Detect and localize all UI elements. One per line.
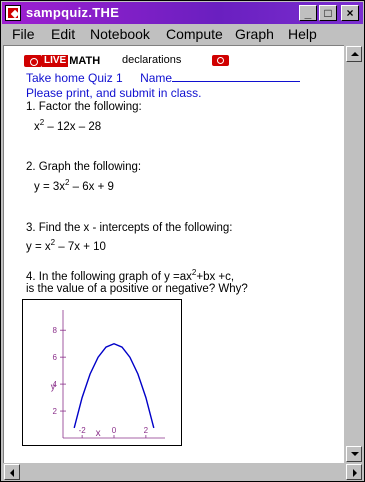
x-axis-label: x [96,428,101,439]
app-icon[interactable] [5,5,21,21]
declarations-button[interactable]: declarations [122,54,181,66]
menu-compute[interactable]: Compute [166,26,223,42]
horizontal-scrollbar[interactable] [3,464,363,481]
menu-edit[interactable]: Edit [51,26,75,42]
scroll-up-button[interactable] [346,46,362,62]
menu-notebook[interactable]: Notebook [90,26,150,42]
scroll-left-button[interactable] [4,464,20,480]
notebook-page[interactable]: LIVE MATH declarations Take home Quiz 1 … [3,45,344,463]
question-1-expression: x2 – 12x – 28 [34,118,102,133]
x-tick-label: 2 [144,426,149,435]
arrow-down-icon [351,452,359,456]
maximize-button[interactable]: □ [319,5,337,21]
graph-canvas: 8642-2 0 2 y x [51,310,165,439]
y-tick-label: 2 [53,407,58,416]
quiz-title: Take home Quiz 1 [26,71,123,85]
livemath-badge-icon [24,55,42,67]
menu-file[interactable]: File [12,26,35,42]
menu-help[interactable]: Help [288,26,317,42]
question-4: 4. In the following graph of y =ax2+bx +… [26,268,235,283]
arrow-left-icon [10,469,14,477]
parabola-graph[interactable]: 8 6 4 2 -2 0 2 y x [22,299,182,446]
graph-ticks: 8642-2 0 2 [53,326,149,438]
app-window: sampquiz.THE _ □ × File Edit Notebook Co… [0,0,365,482]
vertical-scrollbar[interactable] [345,45,363,463]
close-button[interactable]: × [341,5,359,21]
name-label: Name [140,71,173,85]
y-tick-label: 8 [53,326,58,335]
minimize-button[interactable]: _ [299,5,317,21]
menu-bar: File Edit Notebook Compute Graph Help [2,24,363,44]
question-2-expression: y = 3x2 – 6x + 9 [34,178,114,193]
question-3: 3. Find the x - intercepts of the follow… [26,222,233,234]
declarations-icon[interactable] [212,55,229,66]
menu-graph[interactable]: Graph [235,26,274,42]
title-bar[interactable]: sampquiz.THE _ □ × [2,2,363,24]
y-axis-label: y [51,381,56,391]
logo-live: LIVE [42,55,69,67]
arrow-right-icon [353,469,357,477]
quiz-header: Take home Quiz 1 Name [26,71,301,85]
livemath-logo[interactable]: LIVE MATH [24,55,100,67]
parabola-curve [73,342,155,429]
x-tick-label: -2 [79,426,87,435]
question-1: 1. Factor the following: [26,101,142,113]
arrow-up-icon [351,52,359,56]
question-3-expression: y = x2 – 7x + 10 [26,238,106,253]
scroll-right-button[interactable] [346,464,362,480]
scroll-down-button[interactable] [346,446,362,462]
question-4-line-2: is the value of a positive or negative? … [26,283,248,295]
graph-axes [62,310,165,439]
instruction-text: Please print, and submit in class. [26,86,202,100]
name-field[interactable] [172,71,301,82]
window-title: sampquiz.THE [26,5,120,20]
y-tick-label: 6 [53,353,58,362]
question-2: 2. Graph the following: [26,161,142,173]
x-tick-label: 0 [112,426,117,435]
logo-math: MATH [69,55,101,67]
